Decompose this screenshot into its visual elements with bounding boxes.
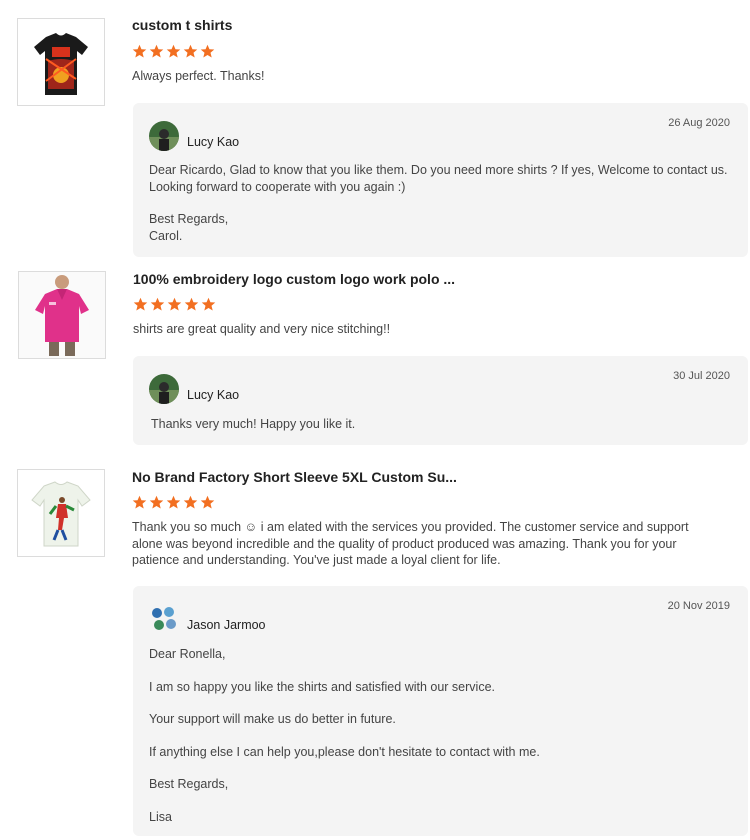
product-title[interactable]: No Brand Factory Short Sleeve 5XL Custom… <box>132 469 457 485</box>
star-icon <box>133 297 148 311</box>
star-icon <box>150 297 165 311</box>
star-icon <box>200 44 215 58</box>
reply-text: Dear Ronella, I am so happy you like the… <box>149 647 540 824</box>
star-icon <box>183 495 198 509</box>
star-rating <box>133 297 216 313</box>
star-icon <box>184 297 199 311</box>
seller-reply: 20 Nov 2019 Jason Jarmoo Dear Ronella, I… <box>133 586 748 836</box>
seller-reply: 30 Jul 2020 Lucy Kao Thanks very much! H… <box>133 356 748 445</box>
reply-date: 30 Jul 2020 <box>673 370 730 382</box>
star-rating <box>132 44 215 60</box>
reply-author: Jason Jarmoo <box>187 618 266 632</box>
reply-author: Lucy Kao <box>187 135 240 149</box>
reply-text: Dear Ricardo, Glad to know that you like… <box>149 163 728 243</box>
star-icon <box>132 44 147 58</box>
avatar <box>149 374 179 404</box>
product-title[interactable]: 100% embroidery logo custom logo work po… <box>133 271 455 287</box>
avatar <box>149 604 179 634</box>
pink-polo-image <box>19 272 105 358</box>
review-comment: Always perfect. Thanks! <box>132 69 265 83</box>
star-icon <box>149 495 164 509</box>
product-thumbnail[interactable] <box>17 18 105 106</box>
star-icon <box>166 495 181 509</box>
reply-date: 26 Aug 2020 <box>668 117 730 129</box>
reply-date: 20 Nov 2019 <box>667 600 730 612</box>
product-title[interactable]: custom t shirts <box>132 17 232 33</box>
star-icon <box>200 495 215 509</box>
star-icon <box>166 44 181 58</box>
star-icon <box>201 297 216 311</box>
product-thumbnail[interactable] <box>18 271 106 359</box>
reply-text: Thanks very much! Happy you like it. <box>151 417 356 431</box>
black-tshirt-image <box>34 33 88 95</box>
reply-author: Lucy Kao <box>187 388 240 402</box>
avatar <box>149 121 179 151</box>
star-icon <box>167 297 182 311</box>
star-icon <box>183 44 198 58</box>
seller-reply: 26 Aug 2020 Lucy Kao Dear Ricardo, Glad … <box>133 103 748 257</box>
star-icon <box>132 495 147 509</box>
star-rating <box>132 495 215 511</box>
star-icon <box>149 44 164 58</box>
white-tshirt-image <box>31 481 91 547</box>
product-thumbnail[interactable] <box>17 469 105 557</box>
review-comment: shirts are great quality and very nice s… <box>133 322 391 336</box>
review-comment: Thank you so much ☺ i am elated with the… <box>132 520 689 567</box>
